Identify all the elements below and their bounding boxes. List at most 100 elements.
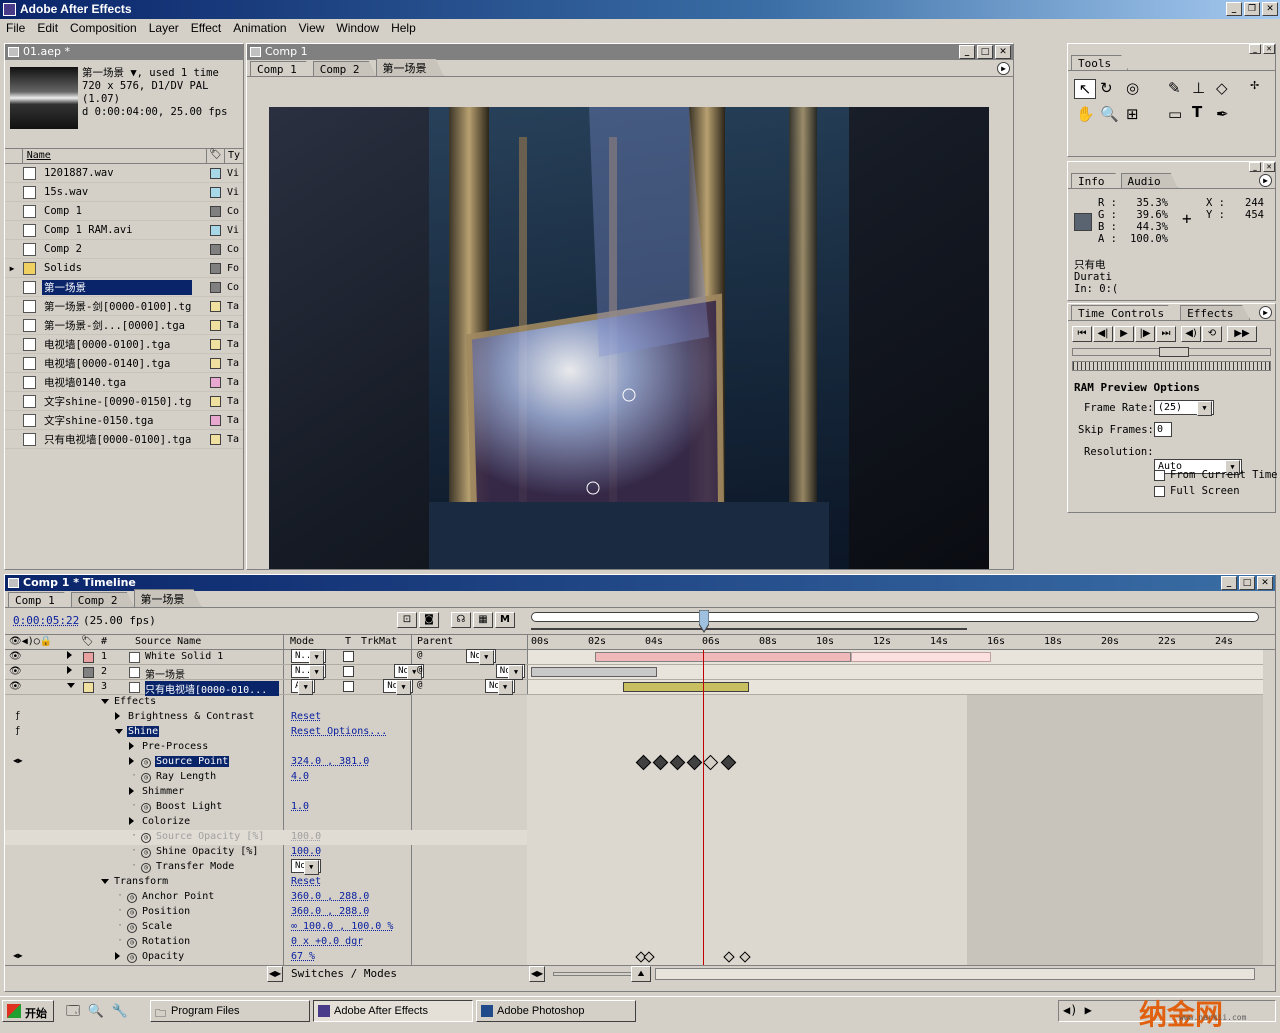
property-row[interactable]: ◀▶ ◷ Opacity 67 % [5, 950, 527, 965]
switches-modes-toggle[interactable]: Switches / Modes [291, 967, 397, 980]
zoom-in-icon[interactable]: ⛰ [631, 966, 651, 982]
stopwatch-icon[interactable]: ◷ [141, 861, 155, 873]
loop-icon[interactable]: ⟲ [1202, 326, 1222, 342]
time-ruler[interactable]: 00s 02s 04s 06s 08s 10s 12s 14s 16s 18s 20s 22s 24s [531, 635, 1259, 649]
minimize-button[interactable]: _ [1226, 2, 1242, 16]
property-row[interactable]: · ◷ Position 360.0 , 288.0 [5, 905, 527, 920]
label-swatch[interactable] [210, 300, 221, 312]
clone-stamp-icon[interactable]: ⊥ [1192, 79, 1205, 97]
layer-name[interactable]: 只有电视墙[0000-010... [145, 681, 279, 696]
property-row[interactable]: · ◷ Anchor Point 360.0 , 288.0 [5, 890, 527, 905]
rectangle-mask-icon[interactable]: ▭ [1168, 105, 1182, 123]
info-options-arrow-icon[interactable]: ▶ [1259, 174, 1272, 187]
preserve-transparency-checkbox[interactable] [343, 681, 354, 692]
stopwatch-icon[interactable]: ◷ [127, 921, 141, 933]
from-current-checkbox[interactable] [1154, 470, 1165, 481]
stopwatch-icon[interactable]: ◷ [127, 951, 141, 963]
stopwatch-icon[interactable]: ◷ [141, 831, 155, 843]
tl-tab-comp2[interactable]: Comp 2 [70, 592, 135, 607]
motion-blur-icon[interactable]: M [495, 612, 515, 628]
property-row[interactable]: · ◷ Transfer Mode None [5, 859, 527, 875]
layer-name[interactable]: 第一场景 [145, 666, 279, 681]
layer-expand-icon[interactable] [67, 651, 80, 662]
camera-tool-icon[interactable]: ◎ [1126, 79, 1139, 97]
layer-name[interactable]: White Solid 1 [145, 651, 279, 662]
next-frame-icon[interactable]: |▶ [1135, 326, 1155, 342]
zoom-slider[interactable] [553, 972, 633, 976]
project-item[interactable]: Comp 1 RAM.avi Vi [5, 221, 243, 240]
trkmat-select[interactable]: None [383, 679, 413, 693]
menu-edit[interactable]: Edit [31, 21, 64, 38]
property-row[interactable]: Pre-Process [5, 740, 527, 755]
property-row[interactable]: · ◷ Rotation 0 x +0.0 dgr [5, 935, 527, 950]
property-value[interactable]: 1.0 [291, 801, 309, 812]
stopwatch-icon[interactable]: ◷ [141, 801, 155, 813]
property-row[interactable]: Transform Reset [5, 875, 527, 890]
menu-window[interactable]: Window [330, 21, 385, 38]
label-swatch[interactable] [210, 186, 221, 198]
taskbar-after-effects[interactable]: Adobe After Effects [313, 1000, 473, 1022]
tab-info[interactable]: Info [1071, 173, 1122, 188]
tab-comp2[interactable]: Comp 2 [312, 61, 377, 76]
stopwatch-icon[interactable]: ◷ [127, 891, 141, 903]
work-area-bar[interactable] [531, 612, 1259, 622]
tab-comp1[interactable]: Comp 1 [250, 61, 314, 76]
pan-behind-icon[interactable]: ⊞ [1126, 105, 1139, 123]
property-value[interactable]: Reset Options... [291, 726, 387, 737]
project-item[interactable]: 第一场景 Co [5, 278, 243, 297]
property-row[interactable]: Shimmer [5, 785, 527, 800]
layer-row[interactable]: 👁2第一场景N...1None@None [5, 664, 1263, 681]
layer-mode-select[interactable]: N...1 [291, 649, 327, 663]
zoom-icon[interactable]: ◀▶ [529, 966, 545, 982]
eye-icon[interactable]: 👁 [9, 651, 22, 662]
jog-slider[interactable] [1072, 347, 1271, 357]
comp-maximize[interactable]: □ [977, 45, 993, 59]
property-value[interactable]: ∞ 100.0 , 100.0 % [291, 921, 393, 932]
stopwatch-icon[interactable]: ◷ [141, 771, 155, 783]
project-item[interactable]: 电视墙[0000-0140].tga Ta [5, 354, 243, 373]
tools-minimize[interactable]: _ [1249, 44, 1261, 54]
menu-layer[interactable]: Layer [143, 21, 185, 38]
project-item[interactable]: 第一场景-剑...[0000].tga Ta [5, 316, 243, 335]
comp-options-arrow-icon[interactable]: ▶ [997, 62, 1010, 75]
property-row[interactable]: · ◷ Ray Length 4.0 [5, 770, 527, 785]
frame-blend-icon[interactable]: ▦ [473, 612, 493, 628]
property-row[interactable]: ◀▶ ◷ Source Point 324.0 , 381.0 [5, 755, 527, 770]
transfer-mode-select[interactable]: None [291, 859, 321, 873]
comp-close[interactable]: ✕ [995, 45, 1011, 59]
eye-icon[interactable]: 👁 [9, 681, 22, 692]
preserve-transparency-checkbox[interactable] [343, 651, 354, 662]
property-row[interactable]: · ◷ Boost Light 1.0 [5, 800, 527, 815]
stopwatch-icon[interactable]: ◷ [141, 756, 155, 768]
label-swatch[interactable] [210, 414, 221, 426]
label-swatch[interactable] [210, 357, 221, 369]
timeline-close[interactable]: ✕ [1257, 576, 1273, 590]
tab-tools[interactable]: Tools [1071, 55, 1129, 70]
stopwatch-icon[interactable]: ◷ [127, 906, 141, 918]
last-frame-icon[interactable]: ⏭ [1156, 326, 1176, 342]
hand-tool-icon[interactable]: ✋ [1076, 105, 1095, 123]
col-name[interactable]: Name [23, 149, 206, 163]
keyframe-nav-icon[interactable]: ◀▶ [13, 756, 23, 765]
property-row[interactable]: · ◷ Scale ∞ 100.0 , 100.0 % [5, 920, 527, 935]
work-area-range[interactable] [531, 622, 967, 630]
layer-duration-bar[interactable] [531, 667, 657, 677]
property-expand-icon[interactable] [101, 877, 113, 889]
project-item[interactable]: ▶ Solids Fo [5, 259, 243, 278]
restore-button[interactable]: ❐ [1244, 2, 1260, 16]
property-value[interactable]: 0 x +0.0 dgr [291, 936, 363, 947]
tab-scene1[interactable]: 第一场景 [375, 58, 444, 76]
prev-frame-icon[interactable]: ◀| [1093, 326, 1113, 342]
label-swatch[interactable] [210, 281, 221, 293]
layer-expand-icon[interactable] [67, 681, 79, 693]
frame-rate-select[interactable]: (25) [1154, 400, 1214, 416]
selection-tool-icon[interactable]: ↖ [1074, 79, 1096, 99]
col-source[interactable]: Source Name [135, 636, 201, 647]
property-expand-icon[interactable] [101, 697, 113, 709]
timeline-minimize[interactable]: _ [1221, 576, 1237, 590]
start-button[interactable]: 开始 [2, 1000, 54, 1022]
tray-icons[interactable]: ◀) ▶ [1063, 1003, 1092, 1017]
tab-audio[interactable]: Audio [1120, 173, 1178, 188]
current-time[interactable]: 0:00:05:22 [13, 614, 79, 627]
audio-toggle-icon[interactable]: ◀) [1181, 326, 1201, 342]
